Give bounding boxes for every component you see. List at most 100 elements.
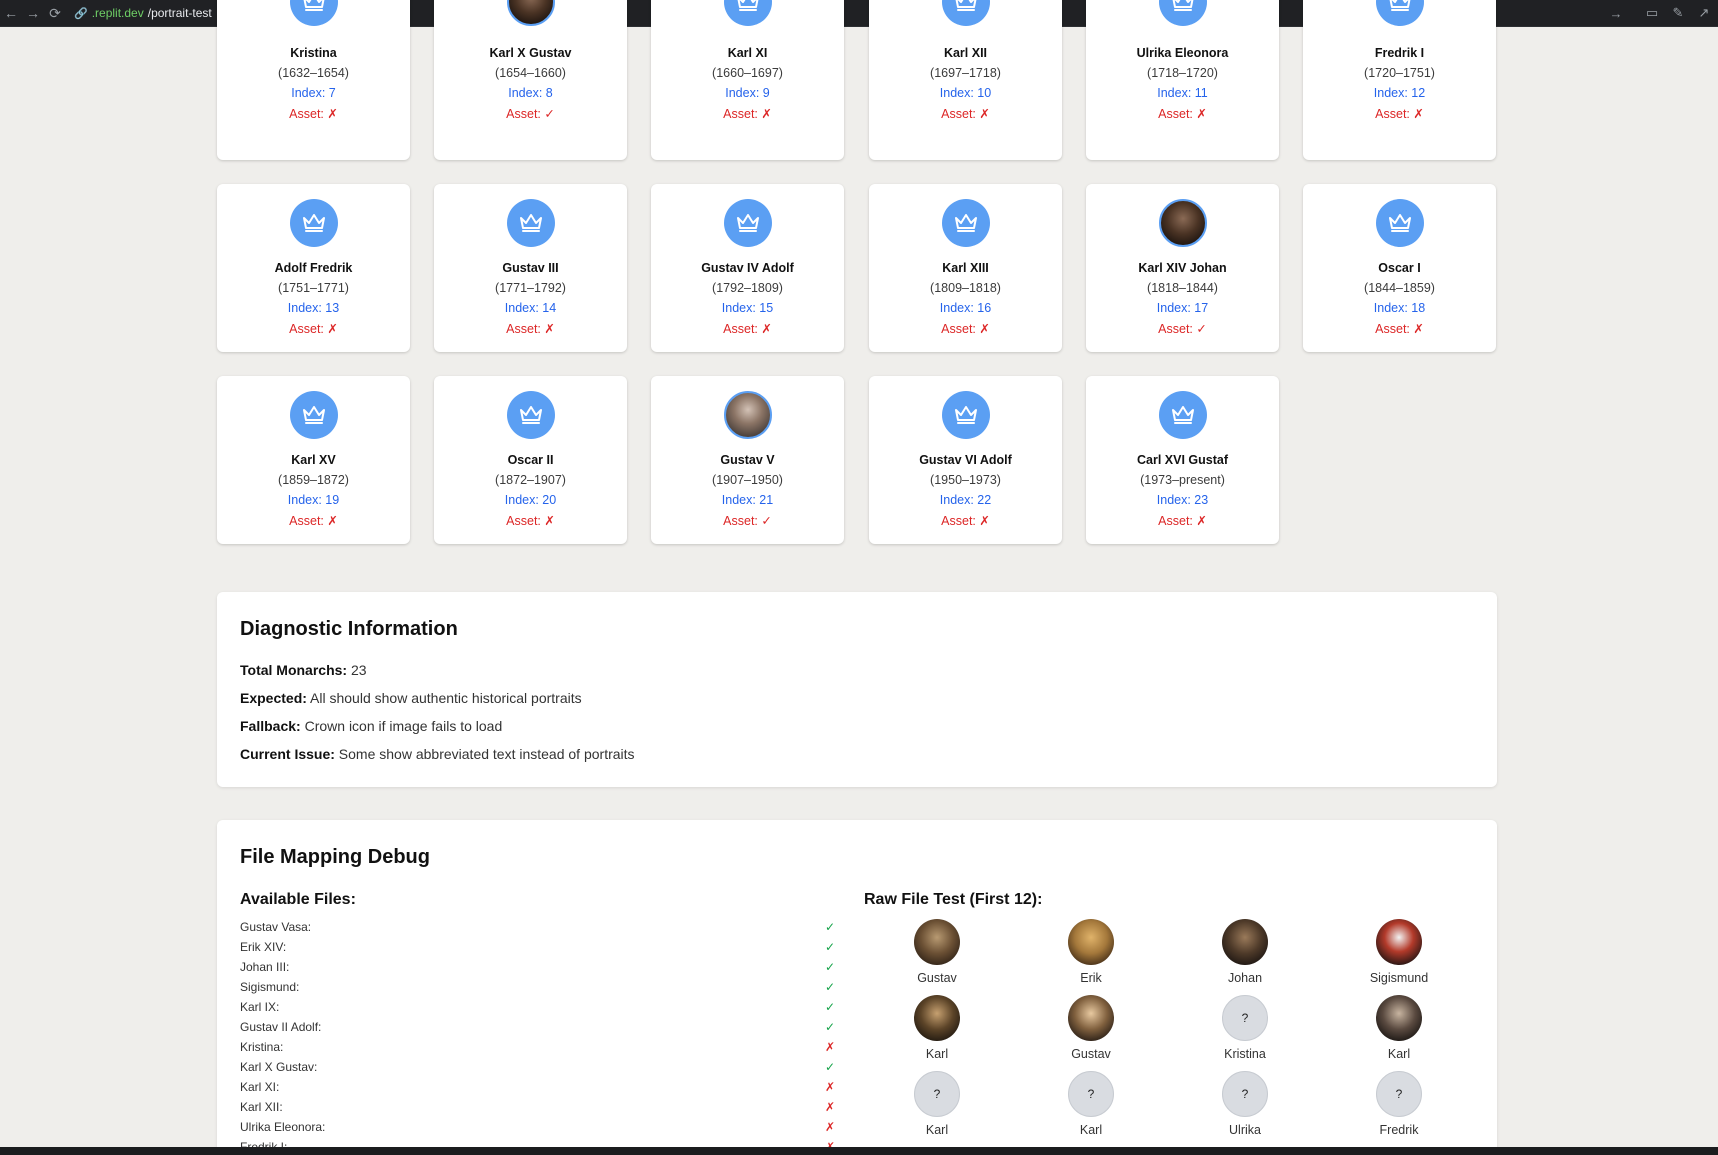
monitor-icon[interactable]: ▭ xyxy=(1644,5,1660,21)
raw-file-label: Karl xyxy=(1079,1123,1103,1137)
url-path: /portrait-test xyxy=(147,6,212,20)
monarch-asset-status: Asset: ✗ xyxy=(289,107,338,121)
diag-total: Total Monarchs: 23 xyxy=(240,662,367,678)
file-name: Johan III: xyxy=(240,960,290,974)
monarch-years: (1718–1720) xyxy=(1147,66,1218,80)
file-status: ✗ xyxy=(824,1080,835,1094)
crown-icon xyxy=(941,391,990,439)
file-name: Sigismund: xyxy=(240,980,300,994)
diag-fallback: Fallback: Crown icon if image fails to l… xyxy=(240,718,502,734)
monarch-index: Index: 13 xyxy=(287,301,340,315)
file-status: ✗ xyxy=(824,1040,835,1054)
monarch-index: Index: 9 xyxy=(725,86,770,100)
monarch-asset-status: Asset: ✗ xyxy=(289,322,338,336)
reload-icon[interactable]: ⟳ xyxy=(44,2,66,24)
file-name: Kristina: xyxy=(240,1040,284,1054)
monarch-years: (1950–1973) xyxy=(930,473,1001,487)
monarch-card: Karl XIV Johan (1818–1844) Index: 17 Asset:… xyxy=(1086,184,1279,352)
monarch-index: Index: 10 xyxy=(939,86,992,100)
monarch-index: Index: 8 xyxy=(508,86,553,100)
file-status: ✓ xyxy=(824,920,835,934)
file-status: ✓ xyxy=(824,980,835,994)
file-status: ✓ xyxy=(824,1060,835,1074)
crown-icon xyxy=(1375,0,1424,26)
diag-expected-value: All should show authentic historical por… xyxy=(306,690,582,706)
raw-file-item: Johan xyxy=(1190,919,1300,985)
file-status: ✓ xyxy=(824,1020,835,1034)
available-files-title: Available Files: xyxy=(240,891,356,908)
crown-icon xyxy=(506,199,555,247)
monarch-card: Oscar II (1872–1907) Index: 20 Asset: ✗ xyxy=(434,376,627,544)
portrait-thumbnail xyxy=(914,995,960,1041)
diag-issue: Current Issue: Some show abbreviated tex… xyxy=(240,746,635,762)
forward-icon[interactable]: → xyxy=(22,2,44,24)
external-link-icon[interactable]: ↗ xyxy=(1696,5,1712,21)
portrait-thumbnail xyxy=(1222,919,1268,965)
monarch-asset-status: Asset: ✗ xyxy=(723,107,772,121)
file-status: ✓ xyxy=(824,960,835,974)
file-row: Gustav II Adolf: ✓ xyxy=(240,1020,835,1040)
arrow-right-icon[interactable]: → xyxy=(1608,5,1624,21)
monarch-years: (1859–1872) xyxy=(278,473,349,487)
monarch-name: Gustav III xyxy=(502,261,559,275)
raw-file-label: Ulrika xyxy=(1229,1123,1261,1137)
file-name: Karl XII: xyxy=(240,1100,283,1114)
monarch-name: Gustav VI Adolf xyxy=(919,453,1012,467)
monarch-years: (1771–1792) xyxy=(495,281,566,295)
file-mapping-title: File Mapping Debug xyxy=(240,846,430,868)
monarch-index: Index: 7 xyxy=(291,86,336,100)
monarch-card: Gustav III (1771–1792) Index: 14 Asset: ✗ xyxy=(434,184,627,352)
file-row: Johan III: ✓ xyxy=(240,960,835,980)
monarch-card: Karl XI (1660–1697) Index: 9 Asset: ✗ xyxy=(651,0,844,160)
placeholder-thumbnail: ? xyxy=(1376,1071,1422,1117)
monarch-name: Karl XII xyxy=(943,46,988,60)
portrait-thumbnail xyxy=(1376,919,1422,965)
diag-fallback-value: Crown icon if image fails to load xyxy=(300,718,503,734)
crown-icon xyxy=(289,199,338,247)
raw-file-label: Karl xyxy=(1387,1047,1411,1061)
diag-total-value: 23 xyxy=(347,662,367,678)
raw-file-label: Johan xyxy=(1227,971,1263,985)
file-row: Kristina: ✗ xyxy=(240,1040,835,1060)
raw-file-label: Fredrik xyxy=(1379,1123,1419,1137)
raw-file-item: ? Karl xyxy=(882,1071,992,1137)
monarch-index: Index: 11 xyxy=(1157,86,1208,100)
raw-file-item: Erik xyxy=(1036,919,1146,985)
monarch-name: Karl XI xyxy=(727,46,768,60)
monarch-years: (1632–1654) xyxy=(278,66,349,80)
crown-icon xyxy=(723,199,772,247)
monarch-index: Index: 19 xyxy=(287,493,340,507)
monarch-card: Karl X Gustav (1654–1660) Index: 8 Asset: ✓ xyxy=(434,0,627,160)
portrait-image xyxy=(506,0,555,26)
file-row: Ulrika Eleonora: ✗ xyxy=(240,1120,835,1140)
file-row: Karl XI: ✗ xyxy=(240,1080,835,1100)
monarch-card: Ulrika Eleonora (1718–1720) Index: 11 Asset… xyxy=(1086,0,1279,160)
monarch-name: Carl XVI Gustaf xyxy=(1137,453,1228,467)
wrench-icon[interactable]: ✎ xyxy=(1670,5,1686,21)
address-bar[interactable]: 🔗 .replit.dev/portrait-test xyxy=(74,6,212,20)
monarch-index: Index: 14 xyxy=(504,301,557,315)
file-row: Karl XII: ✗ xyxy=(240,1100,835,1120)
file-name: Karl X Gustav: xyxy=(240,1060,318,1074)
monarch-asset-status: Asset: ✗ xyxy=(723,322,772,336)
crown-icon xyxy=(1158,0,1207,26)
file-mapping-panel: File Mapping Debug Available Files: Raw … xyxy=(217,820,1497,1155)
diag-issue-value: Some show abbreviated text instead of po… xyxy=(334,746,635,762)
placeholder-thumbnail: ? xyxy=(1068,1071,1114,1117)
monarch-asset-status: Asset: ✗ xyxy=(506,322,555,336)
file-row: Erik XIV: ✓ xyxy=(240,940,835,960)
monarch-asset-status: Asset: ✗ xyxy=(1375,107,1424,121)
placeholder-thumbnail: ? xyxy=(1222,995,1268,1041)
file-row: Karl X Gustav: ✓ xyxy=(240,1060,835,1080)
crown-icon xyxy=(506,391,555,439)
monarch-card: Karl XII (1697–1718) Index: 10 Asset: ✗ xyxy=(869,0,1062,160)
diag-expected: Expected: All should show authentic hist… xyxy=(240,690,582,706)
file-row: Gustav Vasa: ✓ xyxy=(240,920,835,940)
monarch-asset-status: Asset: ✗ xyxy=(941,322,990,336)
portrait-thumbnail xyxy=(914,919,960,965)
raw-file-item: Gustav xyxy=(882,919,992,985)
back-icon[interactable]: ← xyxy=(0,2,22,24)
monarch-card: Adolf Fredrik (1751–1771) Index: 13 Asset: … xyxy=(217,184,410,352)
raw-file-label: Erik xyxy=(1080,971,1102,985)
file-row: Karl IX: ✓ xyxy=(240,1000,835,1020)
